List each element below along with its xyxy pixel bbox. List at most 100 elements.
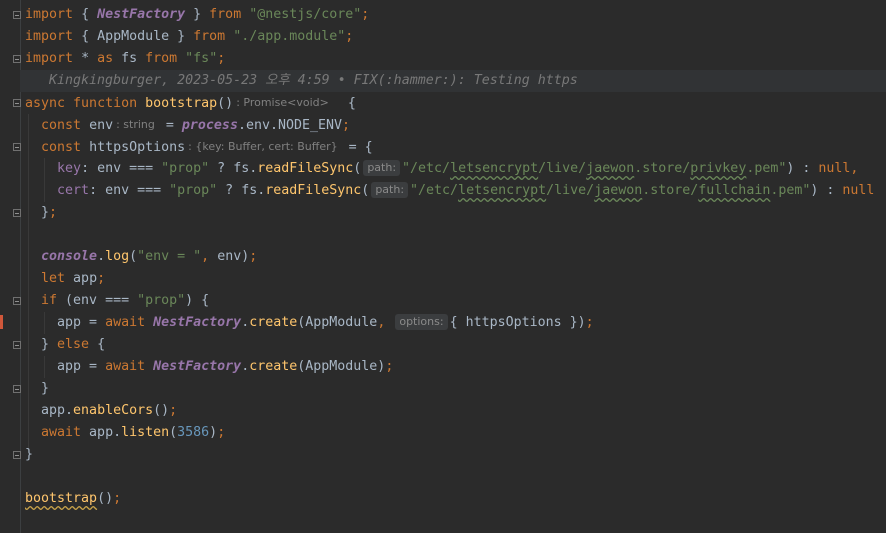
- code-line[interactable]: import { NestFactory } from "@nestjs/cor…: [25, 4, 369, 26]
- keyword: import: [25, 7, 74, 22]
- code-text: ? fs.: [209, 161, 258, 176]
- code-text: = {: [340, 140, 373, 155]
- class-name: NestFactory: [97, 7, 186, 22]
- code-line[interactable]: async function bootstrap(): Promise<void…: [25, 92, 356, 114]
- fold-icon[interactable]: [13, 297, 21, 305]
- parameter-hint: path:: [371, 182, 409, 198]
- function-name: bootstrap: [25, 491, 98, 506]
- string-literal: "prop": [161, 161, 210, 176]
- code-line[interactable]: app = await NestFactory.create(AppModule…: [25, 356, 393, 378]
- code-line[interactable]: bootstrap();: [25, 488, 121, 510]
- code-text: ? fs.: [217, 183, 266, 198]
- code-text: app.: [81, 425, 122, 440]
- semicolon: ;: [249, 249, 258, 264]
- code-line[interactable]: const env: string = process.env.NODE_ENV…: [25, 114, 350, 136]
- semicolon: ;: [342, 118, 351, 133]
- code-line[interactable]: app = await NestFactory.create(AppModule…: [25, 312, 594, 334]
- code-line[interactable]: import { AppModule } from "./app.module"…: [25, 26, 353, 48]
- type-hint: : {key: Buffer, cert: Buffer}: [188, 140, 338, 153]
- function-name: create: [249, 315, 298, 330]
- comma: ,: [377, 315, 386, 330]
- code-line[interactable]: app.enableCors();: [25, 400, 177, 422]
- fold-icon[interactable]: [13, 11, 21, 19]
- code-line[interactable]: }: [25, 378, 49, 400]
- keyword: const: [41, 118, 82, 133]
- function-name: create: [249, 359, 298, 374]
- string-literal: "/etc/letsencrypt/live/jaewon.store/full…: [410, 183, 811, 198]
- fold-icon[interactable]: [13, 143, 21, 151]
- keyword: import: [25, 29, 74, 44]
- function-name: readFileSync: [257, 161, 354, 176]
- global-object: console: [41, 249, 98, 264]
- string-literal: "prop": [169, 183, 218, 198]
- keyword: from: [209, 7, 242, 22]
- code-text: {: [81, 7, 98, 22]
- semicolon: ;: [585, 315, 594, 330]
- code-line[interactable]: };: [25, 202, 57, 224]
- code-text: .: [241, 359, 250, 374]
- code-text: : env ===: [81, 161, 162, 176]
- keyword: from: [145, 51, 178, 66]
- fold-icon[interactable]: [13, 451, 21, 459]
- keyword: await: [41, 425, 82, 440]
- code-text: =: [157, 118, 182, 133]
- code-text: ): [209, 425, 218, 440]
- code-text: (): [217, 96, 234, 111]
- fold-icon[interactable]: [13, 341, 21, 349]
- property-name: key: [57, 161, 82, 176]
- parameter-hint: path:: [363, 160, 401, 176]
- code-line[interactable]: let app;: [25, 268, 105, 290]
- code-editor[interactable]: import { NestFactory } from "@nestjs/cor…: [0, 0, 886, 533]
- function-name: enableCors: [73, 403, 154, 418]
- comma: ,: [201, 249, 218, 264]
- string-literal: "fs": [185, 51, 218, 66]
- code-line[interactable]: import * as fs from "fs";: [25, 48, 225, 70]
- keyword: function: [73, 96, 138, 111]
- code-line[interactable]: }: [25, 444, 33, 466]
- code-line[interactable]: cert: env === "prop" ? fs.readFileSync(p…: [25, 180, 874, 202]
- keyword: from: [193, 29, 226, 44]
- code-text: }: [41, 205, 50, 220]
- code-line[interactable]: const httpsOptions: {key: Buffer, cert: …: [25, 136, 373, 158]
- code-text: (: [353, 161, 362, 176]
- fold-icon[interactable]: [13, 99, 21, 107]
- semicolon: ;: [169, 403, 178, 418]
- code-text: httpsOptions: [89, 140, 186, 155]
- code-line[interactable]: if (env === "prop") {: [25, 290, 209, 312]
- keyword: const: [41, 140, 82, 155]
- code-text: (: [361, 183, 370, 198]
- property-name: cert: [57, 183, 90, 198]
- code-text: {: [347, 96, 356, 111]
- fold-icon[interactable]: [13, 55, 21, 63]
- code-text: { httpsOptions }): [449, 315, 586, 330]
- function-name: log: [105, 249, 130, 264]
- keyword: else: [57, 337, 90, 352]
- fold-icon[interactable]: [13, 209, 21, 217]
- keyword: null: [842, 183, 875, 198]
- code-text: (): [153, 403, 170, 418]
- code-text: .: [97, 249, 106, 264]
- code-text: (AppModule): [297, 359, 386, 374]
- string-literal: "env = ": [137, 249, 202, 264]
- code-text: app =: [57, 315, 106, 330]
- code-text: .env.NODE_ENV: [237, 118, 343, 133]
- fold-icon[interactable]: [13, 385, 21, 393]
- class-name: NestFactory: [153, 315, 242, 330]
- string-literal: "@nestjs/core": [249, 7, 362, 22]
- code-line[interactable]: console.log("env = ", env);: [25, 246, 257, 268]
- code-text: }: [41, 381, 50, 396]
- code-text: .: [241, 315, 250, 330]
- change-marker-icon[interactable]: [0, 315, 3, 329]
- code-text: (): [97, 491, 114, 506]
- code-line[interactable]: key: env === "prop" ? fs.readFileSync(pa…: [25, 158, 858, 180]
- code-text: env: [89, 118, 114, 133]
- keyword: import: [25, 51, 74, 66]
- semicolon: ;: [345, 29, 354, 44]
- code-text: app =: [57, 359, 106, 374]
- code-line[interactable]: await app.listen(3586);: [25, 422, 225, 444]
- code-line[interactable]: } else {: [25, 334, 105, 356]
- code-text: ) {: [185, 293, 210, 308]
- git-blame-annotation[interactable]: Kingkingburger, 2023-05-23 오후 4:59 • FIX…: [49, 70, 578, 92]
- function-name: readFileSync: [265, 183, 362, 198]
- keyword: null: [818, 161, 851, 176]
